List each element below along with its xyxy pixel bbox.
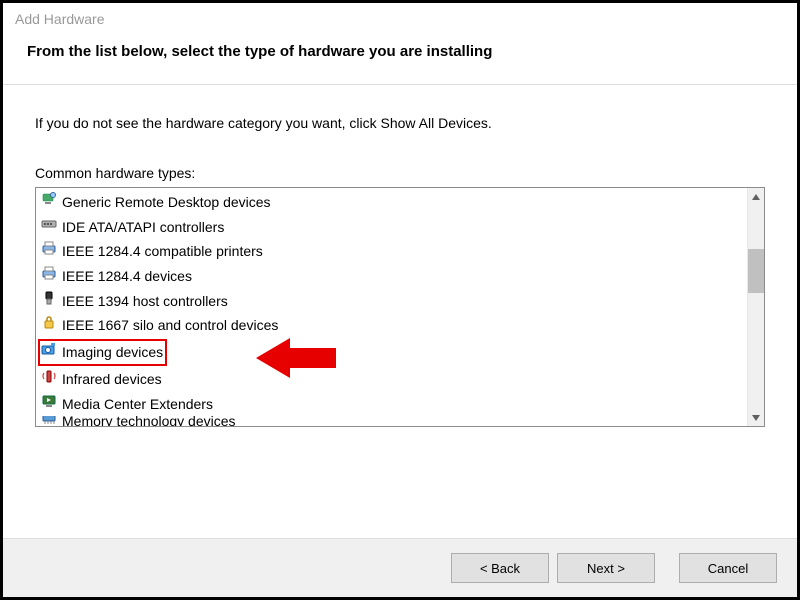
lock-silo-icon — [40, 314, 58, 330]
wizard-header: From the list below, select the type of … — [3, 31, 797, 84]
scroll-track[interactable] — [748, 205, 764, 409]
scrollbar[interactable] — [747, 188, 764, 426]
list-item[interactable]: Generic Remote Desktop devices — [36, 190, 747, 215]
list-item[interactable]: Infrared devices — [36, 367, 747, 392]
content-area: If you do not see the hardware category … — [3, 85, 797, 538]
list-item-label: IEEE 1667 silo and control devices — [62, 317, 278, 333]
list-item[interactable]: Media Center Extenders — [36, 392, 747, 417]
list-item-label: Infrared devices — [62, 371, 162, 387]
list-item-label: Generic Remote Desktop devices — [62, 194, 271, 210]
hint-text: If you do not see the hardware category … — [35, 115, 765, 131]
list-item-label: IEEE 1284.4 devices — [62, 268, 192, 284]
media-center-icon — [40, 393, 58, 409]
next-button[interactable]: Next > — [557, 553, 655, 583]
remote-desktop-icon — [40, 191, 58, 207]
list-item[interactable]: Imaging devices — [36, 338, 747, 367]
page-title: From the list below, select the type of … — [27, 43, 773, 60]
list-item[interactable]: IEEE 1667 silo and control devices — [36, 313, 747, 338]
infrared-icon — [40, 368, 58, 384]
window-title: Add Hardware — [3, 3, 797, 31]
list-item[interactable]: IEEE 1284.4 compatible printers — [36, 239, 747, 264]
scroll-down-button[interactable] — [748, 409, 764, 426]
scroll-thumb[interactable] — [748, 249, 764, 293]
button-bar: < Back Next > Cancel — [3, 538, 797, 597]
printer-icon — [40, 240, 58, 256]
list-item[interactable]: IEEE 1284.4 devices — [36, 264, 747, 289]
printer-icon — [40, 265, 58, 281]
memory-tech-icon — [40, 416, 58, 426]
list-item-label: Media Center Extenders — [62, 396, 213, 412]
cancel-button[interactable]: Cancel — [679, 553, 777, 583]
list-item-label: Imaging devices — [62, 344, 163, 360]
list-item[interactable]: IEEE 1394 host controllers — [36, 289, 747, 314]
list-item-label: IEEE 1284.4 compatible printers — [62, 243, 263, 259]
list-item-label: Memory technology devices — [62, 416, 236, 426]
list-label: Common hardware types: — [35, 165, 765, 181]
usb-host-icon — [40, 290, 58, 306]
list-item[interactable]: Memory technology devices — [36, 416, 747, 426]
list-item-label: IEEE 1394 host controllers — [62, 293, 228, 309]
scroll-up-button[interactable] — [748, 188, 764, 205]
back-button[interactable]: < Back — [451, 553, 549, 583]
list-item-label: IDE ATA/ATAPI controllers — [62, 219, 224, 235]
list-item[interactable]: IDE ATA/ATAPI controllers — [36, 215, 747, 240]
imaging-icon — [40, 341, 58, 357]
hardware-list[interactable]: Generic Remote Desktop devices IDE ATA/AT… — [35, 187, 765, 427]
ide-controller-icon — [40, 216, 58, 232]
